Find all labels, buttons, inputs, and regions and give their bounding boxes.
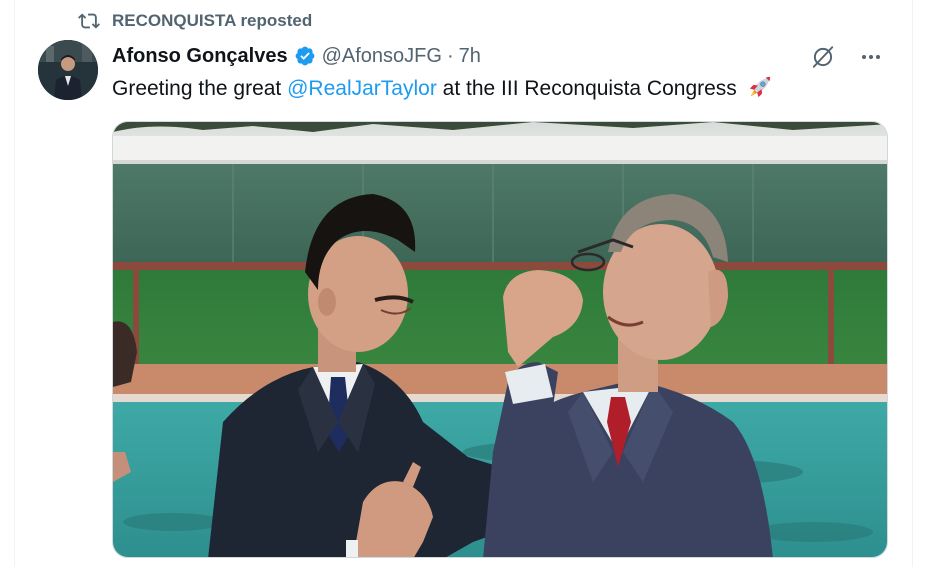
retweet-icon	[78, 13, 100, 29]
photo-image	[113, 122, 887, 557]
tweet-frame: RECONQUISTA reposted Afonso Gonçalves @A…	[0, 0, 944, 567]
tweet-photo[interactable]	[112, 121, 888, 558]
repost-indicator[interactable]: RECONQUISTA reposted	[78, 10, 312, 32]
tweet-text-start: Greeting the great	[112, 77, 288, 100]
timeline-divider-right	[912, 0, 913, 567]
mention-link[interactable]: @RealJarTaylor	[287, 77, 437, 100]
avatar[interactable]	[38, 40, 98, 100]
verified-badge-icon[interactable]	[294, 45, 316, 67]
tweet-timestamp[interactable]: 7h	[459, 45, 481, 68]
more-options-icon	[862, 55, 880, 59]
author-display-name[interactable]: Afonso Gonçalves	[112, 45, 288, 68]
grok-icon	[812, 46, 834, 68]
grok-button[interactable]	[806, 42, 840, 72]
author-handle[interactable]: @AfonsoJFG	[322, 45, 442, 68]
tweet-header: Afonso Gonçalves @AfonsoJFG · 7h	[112, 42, 481, 70]
tweet-header-actions	[806, 42, 888, 72]
tweet-text-end: at the III Reconquista Congress	[436, 77, 737, 100]
timeline-divider-left	[14, 0, 15, 567]
tweet-text: Greeting the great @RealJarTaylor at the…	[112, 74, 773, 103]
avatar-image	[38, 40, 98, 100]
header-separator: ·	[446, 44, 454, 67]
repost-label: RECONQUISTA reposted	[112, 11, 313, 30]
more-options-button[interactable]	[854, 42, 888, 72]
rocket-icon	[749, 76, 770, 98]
